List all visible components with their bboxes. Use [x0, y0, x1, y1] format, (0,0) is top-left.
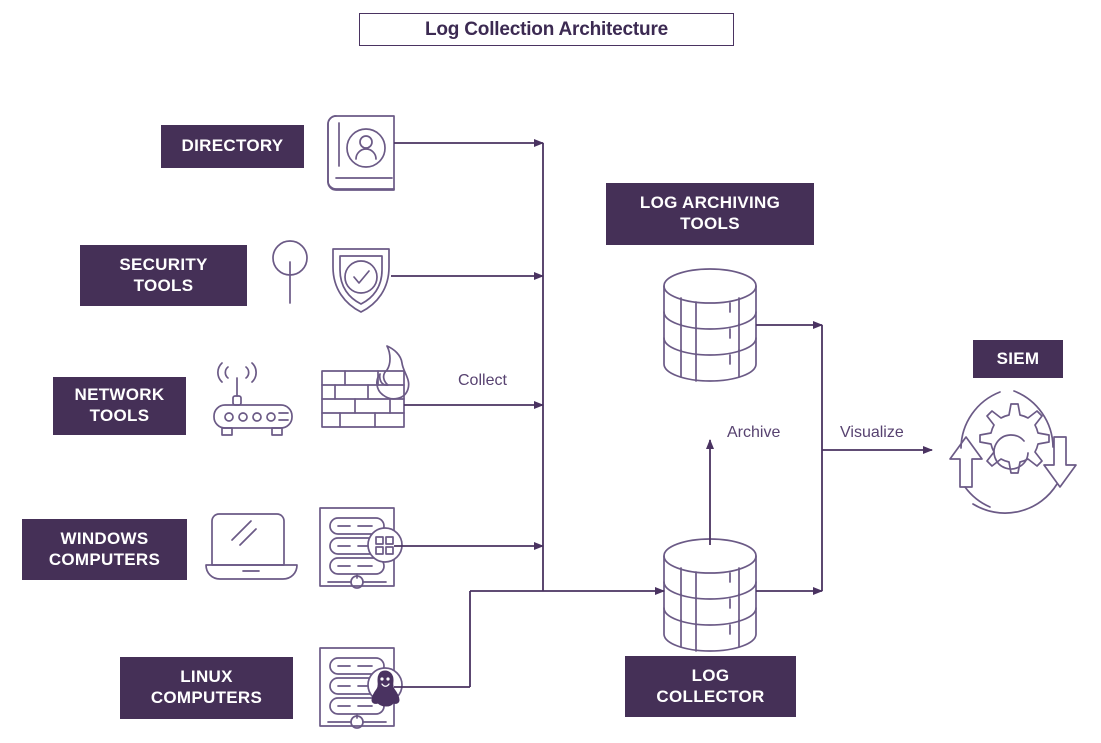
node-label-siem[interactable]: SIEM: [973, 340, 1063, 378]
magnifier-pin-icon: [272, 240, 308, 304]
firewall-brick-flame-icon: [321, 345, 410, 428]
node-label-log-collector-line-1: LOG: [691, 665, 730, 685]
address-book-icon: [327, 115, 395, 191]
database-stack-icon-collector: [663, 538, 757, 652]
node-label-log-archiving-tools-line-2: TOOLS: [680, 214, 740, 233]
wireless-router-icon: [213, 362, 293, 436]
gear-refresh-icon: [949, 390, 1077, 514]
source-label-security-tools-line-2: TOOLS: [133, 275, 194, 295]
node-label-log-archiving-tools-line-1: LOG ARCHIVING: [639, 193, 781, 213]
source-label-security-tools-line-1: SECURITY: [119, 254, 208, 274]
source-label-security-tools[interactable]: SECURITY TOOLS: [80, 245, 247, 306]
node-label-log-collector-line-2: COLLECTOR: [656, 686, 765, 706]
server-windows-icon: [319, 507, 403, 589]
node-label-log-archiving-tools[interactable]: LOG ARCHIVING TOOLS: [606, 183, 814, 245]
source-label-network-tools-line-2: TOOLS: [89, 406, 150, 425]
source-label-directory-line-1: DIRECTORY: [181, 136, 284, 156]
node-label-siem-line-1: SIEM: [996, 348, 1040, 368]
laptop-icon: [205, 513, 298, 580]
edge-label-visualize: Visualize: [840, 424, 904, 441]
shield-check-icon: [332, 248, 390, 313]
source-label-windows-computers-line-1: WINDOWS: [60, 528, 149, 548]
diagram-canvas: Log Collection Architecture DIRECTORY SE…: [0, 0, 1101, 743]
source-label-network-tools-line-1: NETWORK: [74, 385, 165, 405]
source-label-linux-computers-line-2: COMPUTERS: [150, 688, 263, 707]
source-label-network-tools[interactable]: NETWORK TOOLS: [53, 377, 186, 435]
database-stack-icon-archive: [663, 268, 757, 382]
source-label-linux-computers[interactable]: LINUX COMPUTERS: [120, 657, 293, 719]
source-label-directory[interactable]: DIRECTORY: [161, 125, 304, 168]
edge-label-collect: Collect: [458, 372, 507, 389]
server-linux-icon: [319, 647, 403, 729]
node-label-log-collector[interactable]: LOG COLLECTOR: [625, 656, 796, 717]
source-label-windows-computers-line-2: COMPUTERS: [48, 549, 161, 569]
diagram-artwork: [205, 115, 1077, 729]
source-label-windows-computers[interactable]: WINDOWS COMPUTERS: [22, 519, 187, 580]
page-title: Log Collection Architecture: [424, 18, 669, 40]
source-label-linux-computers-line-1: LINUX: [180, 667, 233, 687]
diagram-title-box: Log Collection Architecture: [359, 13, 734, 46]
edge-label-archive: Archive: [727, 424, 781, 441]
